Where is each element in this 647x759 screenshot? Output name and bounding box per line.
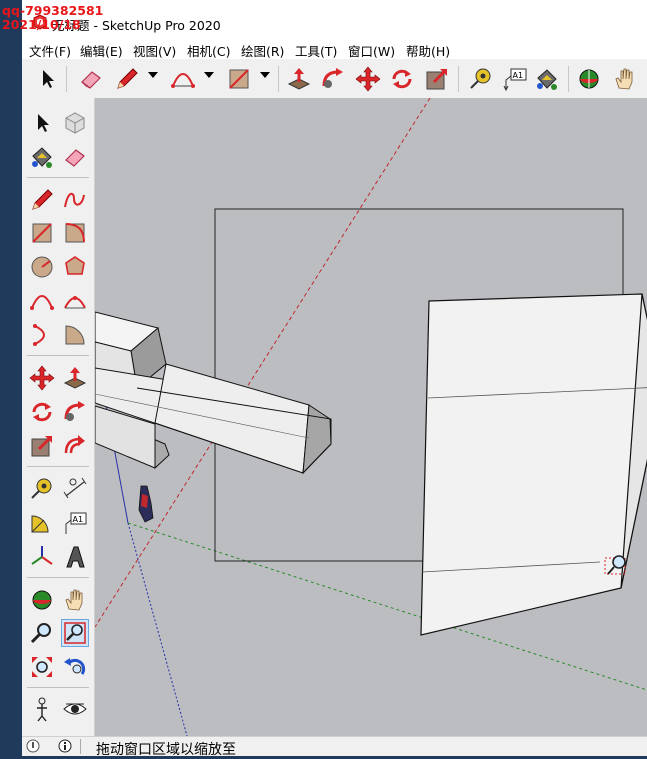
rotate-icon[interactable]: [389, 66, 415, 92]
palette-separator: [27, 355, 89, 356]
text-label-icon[interactable]: A1: [502, 66, 528, 92]
previous-view-icon[interactable]: [62, 654, 88, 680]
watermark: qq-799382581 2021/10/18: [2, 4, 103, 32]
menu-file[interactable]: 文件(F): [29, 41, 71, 60]
large-box-model[interactable]: [420, 293, 647, 636]
scale-icon[interactable]: [29, 433, 55, 459]
watermark-date: 2021/10/18: [2, 17, 81, 32]
toolbar-separator: [278, 66, 279, 92]
blue-axis-dotted: [127, 522, 188, 736]
menu-tools[interactable]: 工具(T): [295, 41, 337, 60]
follow-me-icon[interactable]: [62, 399, 88, 425]
chevron-down-icon[interactable]: [204, 72, 214, 80]
move-icon[interactable]: [29, 365, 55, 391]
chevron-down-icon[interactable]: [148, 72, 158, 80]
menu-edit[interactable]: 编辑(E): [80, 41, 123, 60]
zoom-icon[interactable]: [29, 620, 55, 646]
menu-help[interactable]: 帮助(H): [406, 41, 450, 60]
pan-icon[interactable]: [612, 66, 638, 92]
freehand-icon[interactable]: [62, 187, 88, 213]
two-point-arc-icon[interactable]: [62, 288, 88, 314]
eraser-icon[interactable]: [78, 66, 104, 92]
toolbar-separator: [66, 66, 67, 92]
scale-figure-icon: [138, 485, 154, 523]
circle-icon[interactable]: [29, 254, 55, 280]
zoom-extents-icon[interactable]: [29, 654, 55, 680]
push-pull-icon[interactable]: [286, 66, 312, 92]
text-label-icon[interactable]: A1: [62, 510, 88, 536]
chevron-down-icon[interactable]: [260, 72, 270, 80]
tape-measure-icon[interactable]: [29, 476, 55, 502]
menu-draw[interactable]: 绘图(R): [241, 41, 284, 60]
paint-bucket-icon[interactable]: [534, 66, 560, 92]
large-tool-palette: A1: [22, 98, 95, 738]
scale-icon[interactable]: [424, 66, 450, 92]
protractor-icon[interactable]: [29, 510, 55, 536]
menu-window[interactable]: 窗口(W): [348, 41, 395, 60]
position-camera-icon[interactable]: [29, 696, 55, 722]
status-bar: 拖动窗口区域以缩放至: [22, 736, 647, 758]
polygon-icon[interactable]: [62, 254, 88, 280]
pencil-line-icon[interactable]: [114, 66, 140, 92]
rectangle-icon[interactable]: [226, 66, 252, 92]
pencil-line-icon[interactable]: [29, 187, 55, 213]
status-separator: [80, 739, 81, 754]
tape-measure-icon[interactable]: [468, 66, 494, 92]
toolbar-separator: [568, 66, 569, 92]
geolocation-icon[interactable]: [26, 739, 40, 753]
sketchup-window: 无标题 - SketchUp Pro 2020 文件(F) 编辑(E) 视图(V…: [22, 0, 647, 758]
make-component-icon[interactable]: [62, 110, 88, 136]
palette-separator: [27, 577, 89, 578]
select-icon[interactable]: [29, 110, 55, 136]
text-label-caption: A1: [73, 515, 84, 524]
push-pull-icon[interactable]: [62, 365, 88, 391]
eraser-icon[interactable]: [62, 144, 88, 170]
menu-bar: 文件(F) 编辑(E) 视图(V) 相机(C) 绘图(R) 工具(T) 窗口(W…: [22, 40, 647, 59]
axes-icon[interactable]: [29, 544, 55, 570]
title-bar[interactable]: 无标题 - SketchUp Pro 2020: [22, 0, 647, 40]
orbit-icon[interactable]: [29, 587, 55, 613]
scene-canvas[interactable]: [95, 98, 647, 736]
offset-icon[interactable]: [62, 433, 88, 459]
menu-view[interactable]: 视图(V): [133, 41, 176, 60]
rotated-rectangle-icon[interactable]: [62, 220, 88, 246]
beam-model[interactable]: [95, 311, 332, 475]
pie-icon[interactable]: [62, 322, 88, 348]
palette-separator: [27, 687, 89, 688]
rotate-icon[interactable]: [29, 399, 55, 425]
three-point-arc-icon[interactable]: [29, 322, 55, 348]
look-around-icon[interactable]: [62, 696, 88, 722]
watermark-qq: qq-799382581: [2, 3, 104, 18]
modeling-viewport[interactable]: [95, 98, 647, 736]
3d-text-icon[interactable]: [62, 544, 88, 570]
select-icon[interactable]: [34, 66, 60, 92]
menu-camera[interactable]: 相机(C): [187, 41, 230, 60]
move-icon[interactable]: [355, 66, 381, 92]
arc-icon[interactable]: [29, 288, 55, 314]
orbit-icon[interactable]: [576, 66, 602, 92]
toolbar-separator: [458, 66, 459, 92]
info-icon[interactable]: [58, 739, 72, 753]
status-hint-text: 拖动窗口区域以缩放至: [96, 742, 236, 758]
paint-bucket-icon[interactable]: [29, 144, 55, 170]
arc-icon[interactable]: [170, 66, 196, 92]
dimension-icon[interactable]: [62, 476, 88, 502]
zoom-window-icon[interactable]: [61, 619, 89, 647]
palette-separator: [27, 177, 89, 178]
palette-separator: [27, 466, 89, 467]
follow-me-icon[interactable]: [320, 66, 346, 92]
rectangle-icon[interactable]: [29, 220, 55, 246]
pan-icon[interactable]: [62, 587, 88, 613]
text-label-caption: A1: [513, 71, 524, 80]
